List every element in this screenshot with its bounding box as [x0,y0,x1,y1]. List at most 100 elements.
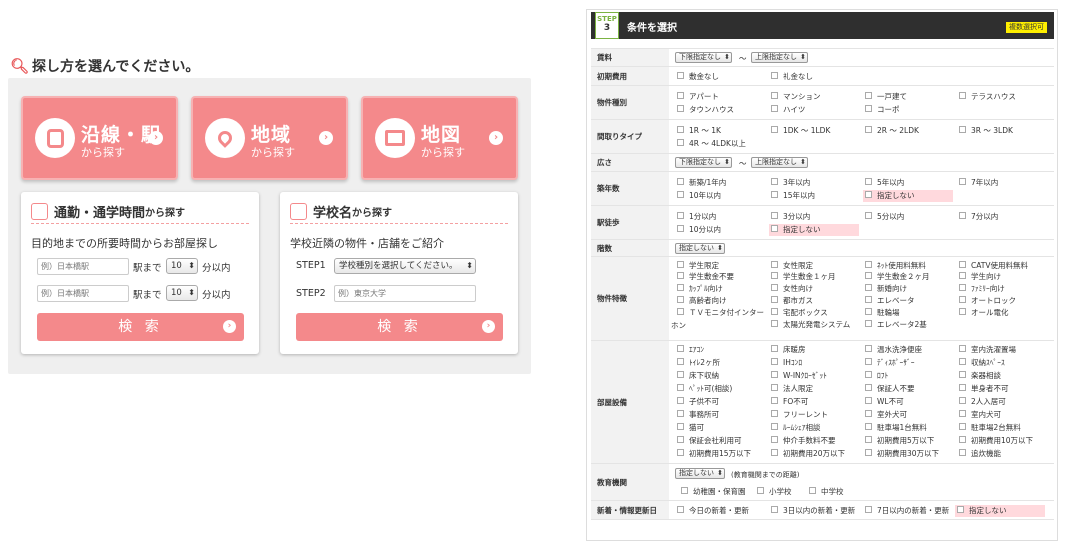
checkbox-facility[interactable]: 法人限定 [771,384,813,394]
checkbox-facility[interactable]: 仲介手数料不要 [771,436,836,446]
checkbox-age[interactable]: 10年以内 [677,191,721,201]
checkbox-facility[interactable]: 猫可 [677,423,704,433]
minutes-select-1[interactable]: 10 [166,258,198,274]
checkbox-feature[interactable]: 学生敷金２ヶ月 [865,272,930,282]
checkbox-facility[interactable]: 駐車場2台無料 [959,423,1021,433]
checkbox-facility[interactable]: フリーレント [771,410,828,420]
checkbox-type[interactable]: コーポ [865,105,900,115]
checkbox-feature[interactable]: ﾌｧﾐﾘｰ向け [959,284,1005,294]
search-by-line-button[interactable]: 沿線・駅 から探す › [21,96,178,180]
checkbox-facility[interactable]: 初期費用5万以下 [865,436,934,446]
checkbox-age[interactable]: 3年以内 [771,178,810,188]
minutes-select-2[interactable]: 10 [166,285,198,301]
checkbox-facility[interactable]: 事務所可 [677,410,719,420]
checkbox-walk-unspecified[interactable]: 指定しない [769,224,859,236]
area-max-select[interactable]: 上限指定なし [751,157,808,168]
checkbox-elementary[interactable]: 小学校 [757,487,792,497]
checkbox-facility[interactable]: 室外犬可 [865,410,907,420]
checkbox-facility[interactable]: ﾄｲﾚ2ヶ所 [677,358,720,368]
checkbox-walk[interactable]: 3分以内 [771,212,810,222]
checkbox-type[interactable]: テラスハウス [959,92,1016,102]
checkbox-no-deposit[interactable]: 敷金なし [677,72,719,82]
checkbox-facility[interactable]: 子供不可 [677,397,719,407]
school-name-input[interactable]: 例）東京大学 [334,285,476,302]
checkbox-age[interactable]: 7年以内 [959,178,998,188]
checkbox-kindergarten[interactable]: 幼稚園・保育園 [681,487,746,497]
checkbox-facility[interactable]: ﾛﾌﾄ [865,371,888,381]
checkbox-facility[interactable]: 床下収納 [677,371,719,381]
station-input-1[interactable]: 例）日本橋駅 [37,258,129,275]
checkbox-age[interactable]: 15年以内 [771,191,815,201]
checkbox-facility[interactable]: 室内洗濯置場 [959,345,1016,355]
checkbox-type[interactable]: マンション [771,92,821,102]
checkbox-type[interactable]: タウンハウス [677,105,734,115]
checkbox-facility[interactable]: 追炊機能 [959,449,1001,459]
checkbox-feature[interactable]: 女性限定 [771,261,813,271]
checkbox-facility[interactable]: 収納ｽﾍﾟｰｽ [959,358,1005,368]
checkbox-layout[interactable]: 1DK 〜 1LDK [771,126,830,136]
checkbox-facility[interactable]: WL不可 [865,397,904,407]
checkbox-feature[interactable]: 駐輪場 [865,308,900,318]
checkbox-facility[interactable]: 駐車場1台無料 [865,423,927,433]
checkbox-facility[interactable]: 初期費用15万以下 [677,449,751,459]
checkbox-walk[interactable]: 7分以内 [959,212,998,222]
checkbox-feature[interactable]: オートロック [959,296,1016,306]
checkbox-updated[interactable]: 3日以内の新着・更新 [771,506,855,516]
checkbox-facility[interactable]: 楽器相談 [959,371,1001,381]
rent-min-select[interactable]: 下限指定なし [675,52,732,63]
checkbox-feature[interactable]: オール電化 [959,308,1009,318]
checkbox-feature[interactable]: エレベータ [865,296,915,306]
school-type-select[interactable]: 学校種別を選択してください。 [334,258,476,274]
checkbox-feature[interactable]: 都市ガス [771,296,813,306]
checkbox-feature[interactable]: 学生敷金不要 [677,272,734,282]
checkbox-updated[interactable]: 今日の新着・更新 [677,506,749,516]
checkbox-walk[interactable]: 10分以内 [677,225,721,235]
school-search-button[interactable]: 検 索 › [296,313,503,341]
checkbox-no-key-money[interactable]: 礼金なし [771,72,813,82]
checkbox-feature[interactable]: 学生限定 [677,261,719,271]
checkbox-age[interactable]: 5年以内 [865,178,904,188]
checkbox-layout[interactable]: 2R 〜 2LDK [865,126,919,136]
checkbox-layout[interactable]: 4R 〜 4LDK以上 [677,139,746,149]
rent-max-select[interactable]: 上限指定なし [751,52,808,63]
checkbox-feature[interactable]: ＴＶモニタ付インター [677,308,764,318]
checkbox-facility[interactable]: ﾃﾞｨｽﾎﾟｰｻﾞｰ [865,358,915,368]
checkbox-feature[interactable]: 宅配ボックス [771,308,828,318]
checkbox-type[interactable]: ハイツ [771,105,805,115]
checkbox-feature[interactable]: 新婚向け [865,284,907,294]
checkbox-facility[interactable]: FO不可 [771,397,808,407]
checkbox-feature[interactable]: CATV使用料無料 [959,261,1028,271]
station-input-2[interactable]: 例）日本橋駅 [37,285,129,302]
checkbox-feature[interactable]: 学生向け [959,272,1001,282]
checkbox-facility[interactable]: IHｺﾝﾛ [771,358,802,368]
checkbox-facility[interactable]: ﾙｰﾑｼｪｱ相談 [771,423,821,433]
checkbox-feature[interactable]: 女性向け [771,284,813,294]
checkbox-facility[interactable]: 床暖房 [771,345,806,355]
checkbox-updated-unspecified[interactable]: 指定しない [955,505,1045,517]
checkbox-feature[interactable]: エレベータ2基 [865,320,927,330]
checkbox-facility[interactable]: 室内犬可 [959,410,1001,420]
search-by-map-button[interactable]: 地図 から探す › [361,96,518,180]
checkbox-facility[interactable]: 初期費用30万以下 [865,449,939,459]
checkbox-feature[interactable]: ﾈｯﾄ使用料無料 [865,261,926,271]
search-by-area-button[interactable]: 地域 から探す › [191,96,348,180]
checkbox-facility[interactable]: 温水洗浄便座 [865,345,922,355]
floor-select[interactable]: 指定しない [675,243,725,254]
checkbox-facility[interactable]: W-INｸﾛｰｾﾞｯﾄ [771,371,827,381]
checkbox-feature[interactable]: 高齢者向け [677,296,727,306]
checkbox-age[interactable]: 新築/1年内 [677,178,726,188]
checkbox-junior-high[interactable]: 中学校 [809,487,844,497]
checkbox-facility[interactable]: 2人入居可 [959,397,1006,407]
checkbox-updated[interactable]: 7日以内の新着・更新 [865,506,949,516]
area-min-select[interactable]: 下限指定なし [675,157,732,168]
checkbox-walk[interactable]: 5分以内 [865,212,904,222]
checkbox-walk[interactable]: 1分以内 [677,212,716,222]
checkbox-facility[interactable]: ｴｱｺﾝ [677,345,704,355]
checkbox-feature[interactable]: 学生敷金１ヶ月 [771,272,836,282]
education-distance-select[interactable]: 指定しない [675,468,725,479]
checkbox-facility[interactable]: 初期費用10万以下 [959,436,1033,446]
checkbox-facility[interactable]: 保証会社利用可 [677,436,742,446]
checkbox-age-unspecified[interactable]: 指定しない [863,190,953,202]
checkbox-layout[interactable]: 3R 〜 3LDK [959,126,1013,136]
checkbox-type[interactable]: 一戸建て [865,92,907,102]
